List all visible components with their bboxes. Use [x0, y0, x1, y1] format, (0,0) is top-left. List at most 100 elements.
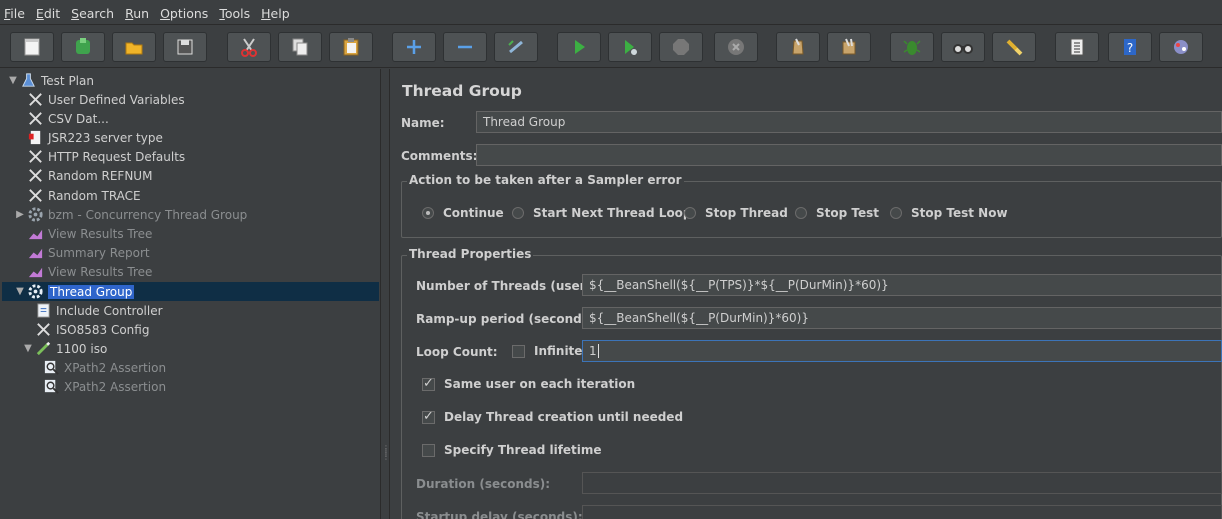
radio-indicator — [684, 207, 696, 219]
threads-field[interactable]: ${__BeanShell(${__P(TPS)}*${__P(DurMin)}… — [582, 274, 1222, 296]
checkbox-indicator — [422, 376, 435, 391]
tree-node-label: XPath2 Assertion — [64, 360, 167, 375]
test-plan-tree: ▼ Test Plan User Defined Variables CSV D… — [2, 69, 381, 519]
collapse-button[interactable] — [443, 32, 487, 62]
radio-continue[interactable]: Continue — [422, 206, 504, 220]
loop-count-field[interactable]: 1 — [582, 340, 1222, 362]
tree-node-1100-iso[interactable]: ▼ 1100 iso — [22, 339, 107, 358]
tree-node-jsr223[interactable]: JSR223 server type — [26, 128, 163, 147]
tree-node-bzm-concurrency[interactable]: ▶ bzm - Concurrency Thread Group — [14, 205, 247, 224]
tree-node-include-controller[interactable]: Include Controller — [34, 301, 163, 320]
tree-node-label: View Results Tree — [48, 226, 153, 241]
tree-node-label: HTTP Request Defaults — [48, 149, 186, 164]
thread-group-panel: Thread Group Name: Thread Group Comments… — [391, 69, 1222, 519]
tree-node-http-request-defaults[interactable]: HTTP Request Defaults — [26, 147, 185, 166]
duration-label: Duration (seconds): — [416, 477, 551, 491]
duration-field[interactable] — [582, 472, 1222, 494]
tree-node-xpath2-assertion-2[interactable]: XPath2 Assertion — [42, 377, 166, 396]
templates-button[interactable] — [61, 32, 105, 62]
menu-search[interactable]: Search — [71, 6, 114, 21]
gear-icon — [26, 283, 44, 301]
doc-icon — [34, 302, 52, 320]
menu-edit[interactable]: Edit — [36, 6, 60, 21]
copy-button[interactable] — [278, 32, 322, 62]
menu-file[interactable]: File — [4, 6, 25, 21]
expand-toggle[interactable]: ▼ — [14, 286, 26, 297]
rampup-field[interactable]: ${__BeanShell(${__P(DurMin)}*60)} — [582, 307, 1222, 329]
tree-node-view-results-tree[interactable]: View Results Tree — [26, 224, 152, 243]
tree-node-label: Random REFNUM — [48, 168, 153, 183]
loop-count-label: Loop Count: — [416, 345, 498, 359]
svg-text:?: ? — [1127, 41, 1133, 55]
tree-node-random-trace[interactable]: Random TRACE — [26, 186, 141, 205]
panel-title: Thread Group — [402, 82, 522, 100]
menu-help[interactable]: Help — [261, 6, 290, 21]
wrench-icon — [26, 167, 44, 185]
tree-node-iso8583-config[interactable]: ISO8583 Config — [34, 320, 149, 339]
list-button[interactable] — [1055, 32, 1099, 62]
splitter-grip[interactable]: ⋮ ⋮ ⋮ — [382, 445, 390, 463]
remote-button[interactable] — [1159, 32, 1203, 62]
start-no-pause-button[interactable] — [608, 32, 652, 62]
radio-stop-test-now[interactable]: Stop Test Now — [890, 206, 1008, 220]
list-icon — [1070, 38, 1084, 56]
function-helper-button[interactable] — [992, 32, 1036, 62]
infinite-checkbox[interactable]: Infinite — [512, 344, 582, 358]
cut-button[interactable] — [227, 32, 271, 62]
checkbox-label: Specify Thread lifetime — [444, 443, 602, 457]
reset-search-button[interactable] — [941, 32, 985, 62]
search-icon — [903, 40, 921, 55]
menu-run[interactable]: Run — [125, 6, 149, 21]
tree-node-csv-data[interactable]: CSV Dat... — [26, 109, 109, 128]
paste-button[interactable] — [329, 32, 373, 62]
same-user-checkbox[interactable]: Same user on each iteration — [422, 376, 635, 391]
checkbox-indicator — [422, 409, 435, 424]
tree-node-test-plan[interactable]: ▼ Test Plan — [7, 71, 94, 90]
chart-icon — [26, 263, 44, 281]
expand-toggle[interactable]: ▼ — [7, 75, 19, 86]
startup-delay-field[interactable] — [582, 505, 1222, 519]
radio-start-next-thread-loop[interactable]: Start Next Thread Loop — [512, 206, 692, 220]
function-helper-icon — [1006, 39, 1023, 56]
name-field[interactable]: Thread Group — [476, 111, 1222, 133]
radio-stop-test[interactable]: Stop Test — [795, 206, 879, 220]
tree-node-label: Summary Report — [48, 245, 150, 260]
expand-toggle[interactable]: ▶ — [14, 209, 26, 220]
radio-indicator — [422, 207, 434, 219]
expand-button[interactable] — [392, 32, 436, 62]
tree-node-random-refnum[interactable]: Random REFNUM — [26, 166, 152, 185]
expand-icon — [407, 40, 421, 54]
expand-toggle[interactable]: ▼ — [22, 343, 34, 354]
clear-all-button[interactable] — [827, 32, 871, 62]
start-icon — [575, 40, 585, 54]
radio-stop-thread[interactable]: Stop Thread — [684, 206, 788, 220]
thread-lifetime-checkbox[interactable]: Specify Thread lifetime — [422, 443, 602, 457]
search-button[interactable] — [890, 32, 934, 62]
menu-tools[interactable]: Tools — [219, 6, 250, 21]
collapse-icon — [458, 45, 472, 49]
reset-search-icon — [953, 44, 973, 54]
start-button[interactable] — [557, 32, 601, 62]
stop-button[interactable] — [659, 32, 703, 62]
comments-field[interactable] — [476, 144, 1222, 166]
tree-node-thread-group[interactable]: ▼ Thread Group — [14, 282, 135, 301]
menu-options[interactable]: Options — [160, 6, 208, 21]
wrench-icon — [26, 91, 44, 109]
shutdown-button[interactable] — [714, 32, 758, 62]
tree-node-xpath2-assertion[interactable]: XPath2 Assertion — [42, 358, 166, 377]
clear-all-icon — [842, 38, 856, 55]
save-icon — [177, 39, 193, 55]
name-label: Name: — [401, 116, 445, 130]
open-button[interactable] — [112, 32, 156, 62]
tree-node-user-defined-variables[interactable]: User Defined Variables — [26, 90, 185, 109]
tree-node-label: JSR223 server type — [48, 130, 163, 145]
tree-node-view-results-tree-2[interactable]: View Results Tree — [26, 262, 152, 281]
save-button[interactable] — [163, 32, 207, 62]
flask-icon — [19, 72, 37, 90]
delay-thread-checkbox[interactable]: Delay Thread creation until needed — [422, 409, 683, 424]
help-button[interactable]: ? — [1108, 32, 1152, 62]
new-button[interactable] — [10, 32, 54, 62]
tree-node-summary-report[interactable]: Summary Report — [26, 243, 150, 262]
toggle-button[interactable] — [494, 32, 538, 62]
clear-button[interactable] — [776, 32, 820, 62]
